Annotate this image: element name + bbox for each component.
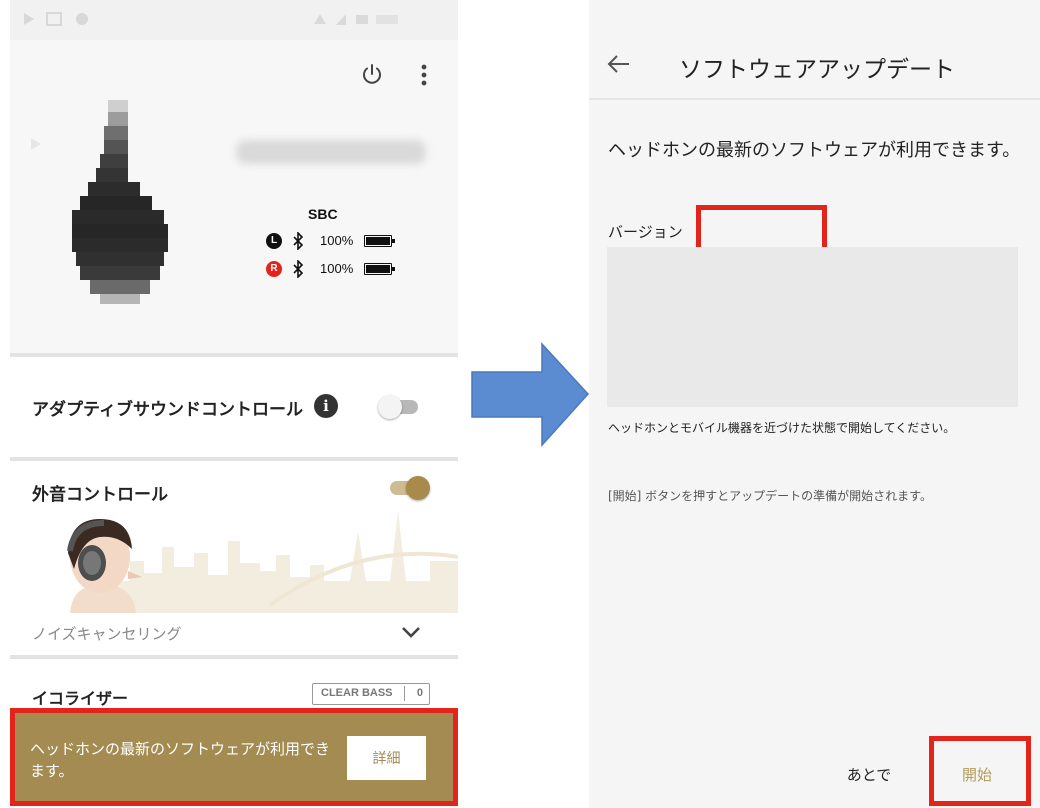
right-earcup-badge: R <box>266 261 282 277</box>
info-icon[interactable]: i <box>314 394 338 418</box>
version-label: バージョン <box>608 223 683 241</box>
power-icon[interactable] <box>360 62 384 86</box>
play-icon <box>31 138 41 150</box>
battery-icon <box>364 263 395 275</box>
notification-app-icon <box>76 13 88 25</box>
notification-play-icon <box>24 13 34 25</box>
back-arrow-icon[interactable] <box>607 54 631 74</box>
ambient-mode-label: ノイズキャンセリング <box>32 625 182 643</box>
clear-bass-badge: CLEAR BASS 0 <box>312 683 430 705</box>
battery-row-left: L 100% <box>266 232 406 250</box>
app-bar: ソフトウェアアップデート <box>589 0 1040 100</box>
left-earcup-badge: L <box>266 233 282 249</box>
headphone-image <box>72 100 168 304</box>
notification-image-icon <box>46 12 62 26</box>
system-status-icons <box>314 14 398 25</box>
battery-row-right: R 100% <box>266 260 406 278</box>
chevron-down-icon[interactable] <box>400 624 422 640</box>
device-name-blurred <box>236 140 426 164</box>
highlight-box-banner <box>10 708 458 806</box>
instruction-note: ヘッドホンとモバイル機器を近づけた状態で開始してください。 <box>608 421 956 435</box>
device-status-card: SBC L 100% R 100% <box>10 40 458 353</box>
more-options-icon[interactable] <box>414 62 434 88</box>
start-info-note: [開始] ボタンを押すとアップデートの準備が開始されます。 <box>608 489 932 503</box>
clear-bass-label: CLEAR BASS <box>321 687 393 699</box>
bluetooth-icon <box>293 232 304 250</box>
later-button[interactable]: あとで <box>829 756 909 792</box>
highlight-box-start <box>929 736 1031 806</box>
adaptive-sound-control-toggle[interactable] <box>378 395 422 419</box>
ambient-sound-control-card: 外音コントロール ノイズキャンセリング <box>10 461 458 655</box>
right-phone-screen: ソフトウェアアップデート ヘッドホンの最新のソフトウェアが利用できます。 バージ… <box>589 0 1040 808</box>
adaptive-sound-control-row: アダプティブサウンドコントロール i <box>10 357 458 457</box>
battery-icon <box>364 235 395 247</box>
equalizer-label: イコライザー <box>32 689 129 708</box>
ambient-sound-control-label: 外音コントロール <box>32 485 168 505</box>
left-phone-screen: SBC L 100% R 100% アダプティブサウンドコントロール i 外音コ… <box>10 0 458 808</box>
update-headline: ヘッドホンの最新のソフトウェアが利用できます。 <box>608 140 1021 161</box>
ambient-sound-control-toggle[interactable] <box>386 476 430 500</box>
bluetooth-icon <box>293 260 304 278</box>
battery-percent: 100% <box>320 233 354 248</box>
city-skyline-illustration <box>110 511 458 613</box>
clear-bass-value: 0 <box>416 687 423 699</box>
battery-percent: 100% <box>320 261 354 276</box>
status-bar <box>10 0 458 40</box>
page-title: ソフトウェアアップデート <box>679 57 955 83</box>
adaptive-sound-control-label: アダプティブサウンドコントロール <box>32 400 303 420</box>
release-notes-area <box>607 247 1018 407</box>
codec-label: SBC <box>308 206 338 222</box>
person-with-headphones-illustration <box>67 519 142 613</box>
flow-arrow-icon <box>471 342 590 447</box>
